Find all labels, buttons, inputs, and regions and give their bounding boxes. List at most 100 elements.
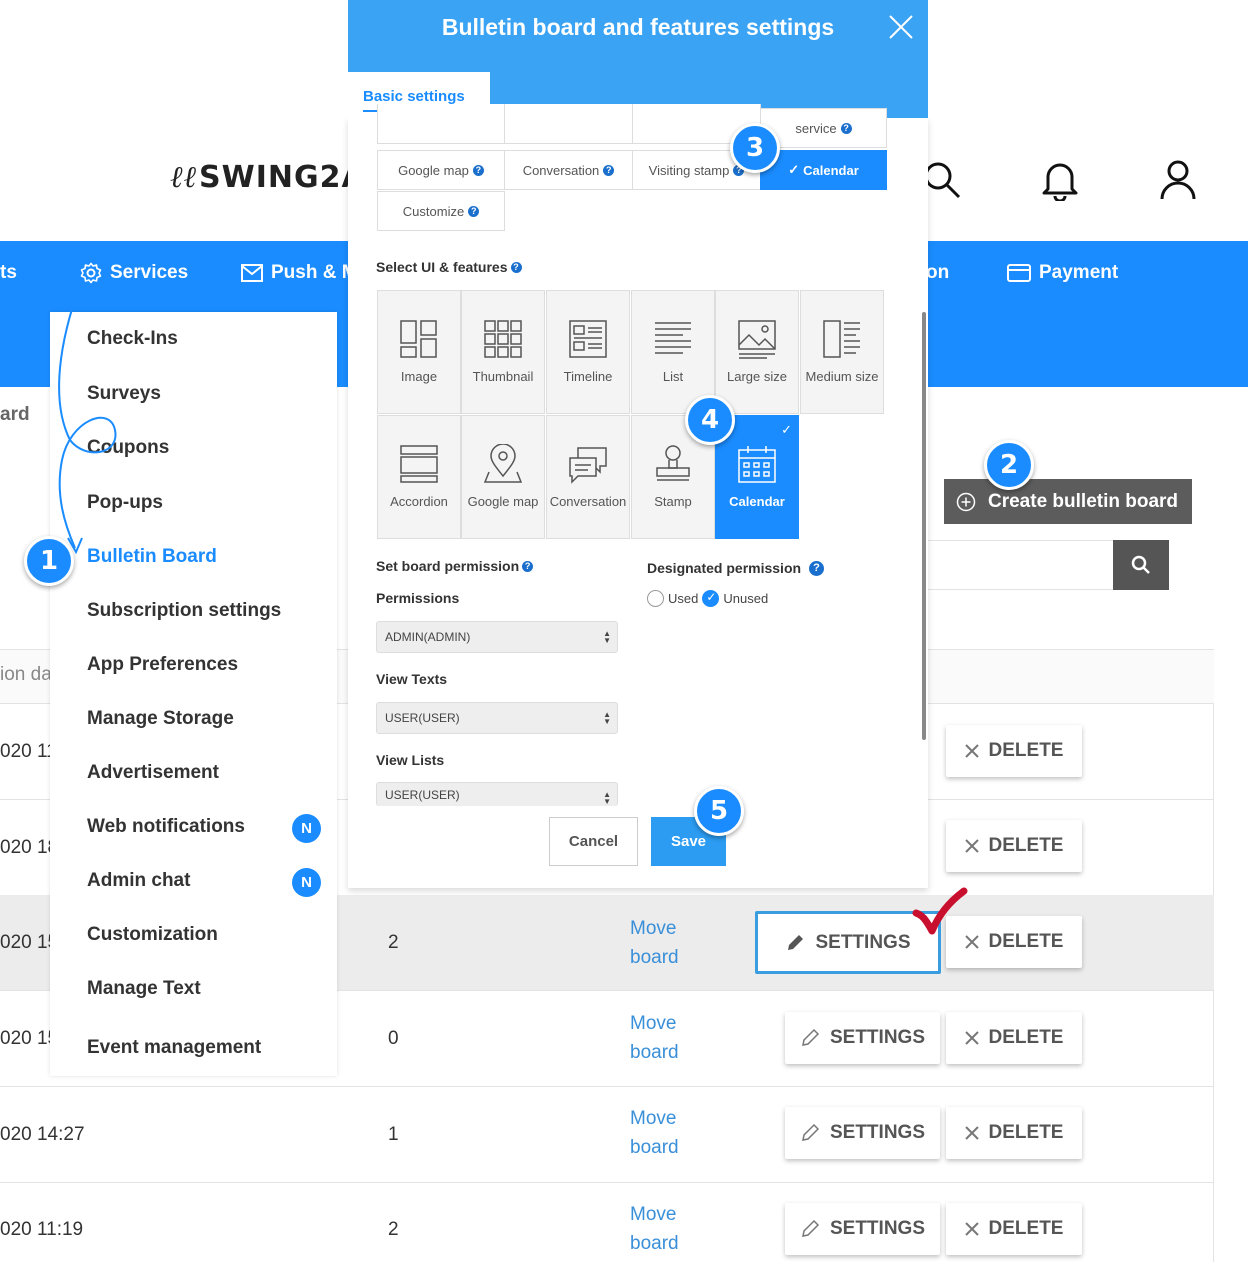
delete-button[interactable]: DELETE: [946, 725, 1082, 777]
menu-item-customization[interactable]: Customization: [87, 924, 218, 946]
app-logo[interactable]: ℓℓSWING2A: [170, 160, 366, 195]
designated-permission-radios: Used ✓ Unused: [647, 590, 768, 607]
move-board-link[interactable]: Move board: [630, 1104, 710, 1162]
view-lists-select[interactable]: USER(USER) ▲ ▼: [376, 782, 618, 806]
modal-scrollbar[interactable]: [922, 312, 926, 740]
feature-option-empty[interactable]: [377, 104, 505, 144]
pencil-icon: [802, 1123, 820, 1141]
delete-button[interactable]: DELETE: [946, 820, 1082, 872]
stamp-icon: [656, 445, 690, 481]
move-board-link[interactable]: Move board: [630, 1200, 710, 1258]
tile-label: Image: [400, 369, 438, 384]
board-label: board: [630, 1233, 679, 1254]
ui-tile-image[interactable]: Image: [377, 290, 461, 414]
move-board-link[interactable]: Move board: [630, 914, 710, 972]
feature-option-google-map[interactable]: Google map?: [377, 150, 505, 190]
cell-count: 1: [388, 1124, 399, 1145]
delete-button[interactable]: DELETE: [946, 1203, 1082, 1255]
tile-label: Large size: [727, 369, 787, 384]
feature-option-empty[interactable]: [504, 104, 633, 144]
bell-icon[interactable]: [1038, 158, 1082, 202]
ui-tile-timeline[interactable]: Timeline: [546, 290, 630, 414]
nav-item-label: Push & M: [271, 262, 358, 283]
delete-label: DELETE: [988, 931, 1064, 952]
close-icon: [964, 839, 979, 853]
delete-button[interactable]: DELETE: [946, 1107, 1082, 1159]
ui-tile-medium-size[interactable]: Medium size: [800, 290, 884, 414]
search-input[interactable]: [925, 540, 1115, 590]
thumbnail-grid-icon: [484, 320, 522, 358]
settings-label: SETTINGS: [815, 931, 911, 953]
view-lists-label: View Lists: [376, 752, 445, 768]
nav-item-payment[interactable]: Payment: [1007, 262, 1118, 284]
menu-item-app-preferences[interactable]: App Preferences: [87, 654, 238, 676]
ui-tile-thumbnail[interactable]: Thumbnail: [461, 290, 545, 414]
move-label: Move: [630, 1108, 677, 1129]
help-icon[interactable]: ?: [510, 261, 522, 273]
radio-unused[interactable]: ✓: [702, 590, 720, 607]
create-bulletin-board-button[interactable]: Create bulletin board: [944, 479, 1192, 524]
search-button[interactable]: [1113, 540, 1169, 590]
user-icon[interactable]: [1156, 158, 1200, 202]
permissions-label: Permissions: [376, 590, 460, 606]
tile-label: Stamp: [654, 494, 692, 509]
menu-item-web-notifications[interactable]: Web notifications: [87, 816, 245, 838]
modal-title: Bulletin board and features settings: [441, 14, 835, 40]
cell-date: 020 11:19: [0, 1219, 84, 1240]
move-label: Move: [630, 918, 677, 939]
annotation-arrow-icon: [58, 284, 117, 555]
close-icon: [964, 935, 979, 949]
close-icon[interactable]: [886, 12, 916, 42]
create-button-label: Create bulletin board: [988, 490, 1179, 512]
settings-button[interactable]: SETTINGS: [785, 1107, 940, 1159]
board-permission-label: Set board permission?: [376, 558, 534, 574]
permissions-select[interactable]: ADMIN(ADMIN) ▲ ▼: [376, 621, 618, 653]
menu-item-admin-chat[interactable]: Admin chat: [87, 870, 190, 892]
ui-tile-large-size[interactable]: Large size: [715, 290, 799, 414]
help-icon[interactable]: ?: [472, 164, 484, 176]
close-icon: [964, 1031, 979, 1045]
select-value: USER(USER): [385, 711, 460, 725]
view-texts-select[interactable]: USER(USER) ▲ ▼: [376, 702, 618, 734]
settings-button[interactable]: SETTINGS: [785, 1012, 940, 1064]
board-label: board: [630, 1042, 679, 1063]
tile-label: Accordion: [390, 494, 448, 509]
menu-item-manage-text[interactable]: Manage Text: [87, 978, 201, 1000]
feature-option-calendar[interactable]: ✓ Calendar: [760, 150, 887, 190]
tile-label: Medium size: [805, 369, 879, 384]
move-label: Move: [630, 1013, 677, 1034]
delete-button[interactable]: DELETE: [946, 1012, 1082, 1064]
help-icon[interactable]: ?: [522, 560, 534, 572]
menu-item-subscription-settings[interactable]: Subscription settings: [87, 600, 281, 622]
delete-label: DELETE: [988, 740, 1064, 761]
ui-tile-google-map[interactable]: Google map: [461, 415, 545, 539]
cell-date: 020 14:27: [0, 1124, 85, 1145]
radio-used[interactable]: [647, 590, 664, 607]
settings-button[interactable]: SETTINGS: [785, 1203, 940, 1255]
image-layout-icon: [400, 320, 437, 358]
help-icon[interactable]: ?: [468, 205, 480, 217]
cell-date: 020 11: [0, 741, 57, 762]
menu-item-advertisement[interactable]: Advertisement: [87, 762, 219, 784]
help-icon[interactable]: ?: [809, 560, 825, 576]
cancel-button[interactable]: Cancel: [549, 817, 638, 866]
step-callout: 4: [685, 395, 735, 445]
move-board-link[interactable]: Move board: [630, 1009, 710, 1067]
feature-option-conversation[interactable]: Conversation?: [504, 150, 633, 190]
ui-tile-conversation[interactable]: Conversation: [546, 415, 630, 539]
nav-item-partial-left[interactable]: ts: [0, 262, 17, 284]
menu-item-event-management[interactable]: Event management: [87, 1037, 261, 1059]
ui-tile-accordion[interactable]: Accordion: [377, 415, 461, 539]
help-icon[interactable]: ?: [840, 122, 852, 134]
menu-item-manage-storage[interactable]: Manage Storage: [87, 708, 234, 730]
checkmark-annotation-icon: [912, 887, 968, 935]
timeline-icon: [569, 320, 607, 358]
check-icon: ✓: [781, 422, 792, 437]
tile-label: Timeline: [563, 369, 613, 384]
nav-item-partial-right[interactable]: on: [926, 262, 949, 284]
help-icon[interactable]: ?: [603, 164, 615, 176]
nav-item-push[interactable]: Push & M: [241, 262, 358, 284]
feature-option-customize[interactable]: Customize?: [377, 191, 505, 231]
feature-label: Conversation: [522, 162, 600, 178]
tile-label: List: [662, 369, 684, 384]
